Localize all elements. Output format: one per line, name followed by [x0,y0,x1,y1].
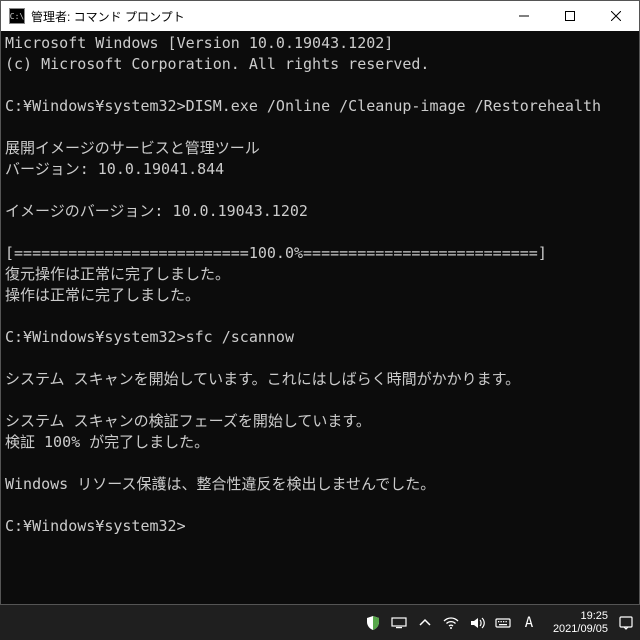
close-button[interactable] [593,1,639,31]
wifi-icon[interactable] [443,605,459,640]
minimize-button[interactable] [501,1,547,31]
ime-mode-indicator[interactable]: A [521,605,537,640]
titlebar[interactable]: C:\ 管理者: コマンド プロンプト [1,1,639,31]
window-controls [501,1,639,31]
notification-icon[interactable] [618,605,634,640]
clock[interactable]: 19:25 2021/09/05 [547,610,608,635]
clock-date: 2021/09/05 [553,623,608,636]
taskbar[interactable]: A 19:25 2021/09/05 [0,605,640,640]
volume-icon[interactable] [469,605,485,640]
security-icon[interactable] [365,605,381,640]
window-title: 管理者: コマンド プロンプト [31,8,501,25]
clock-time: 19:25 [553,610,608,623]
console-output[interactable]: Microsoft Windows [Version 10.0.19043.12… [1,31,639,604]
tray-chevron-up-icon[interactable] [417,605,433,640]
taskview-icon[interactable] [391,605,407,640]
cmd-icon: C:\ [9,8,25,24]
ime-keyboard-icon[interactable] [495,605,511,640]
cmd-window: C:\ 管理者: コマンド プロンプト Microsoft Windows [V… [0,0,640,605]
maximize-button[interactable] [547,1,593,31]
system-tray: A 19:25 2021/09/05 [365,605,634,640]
